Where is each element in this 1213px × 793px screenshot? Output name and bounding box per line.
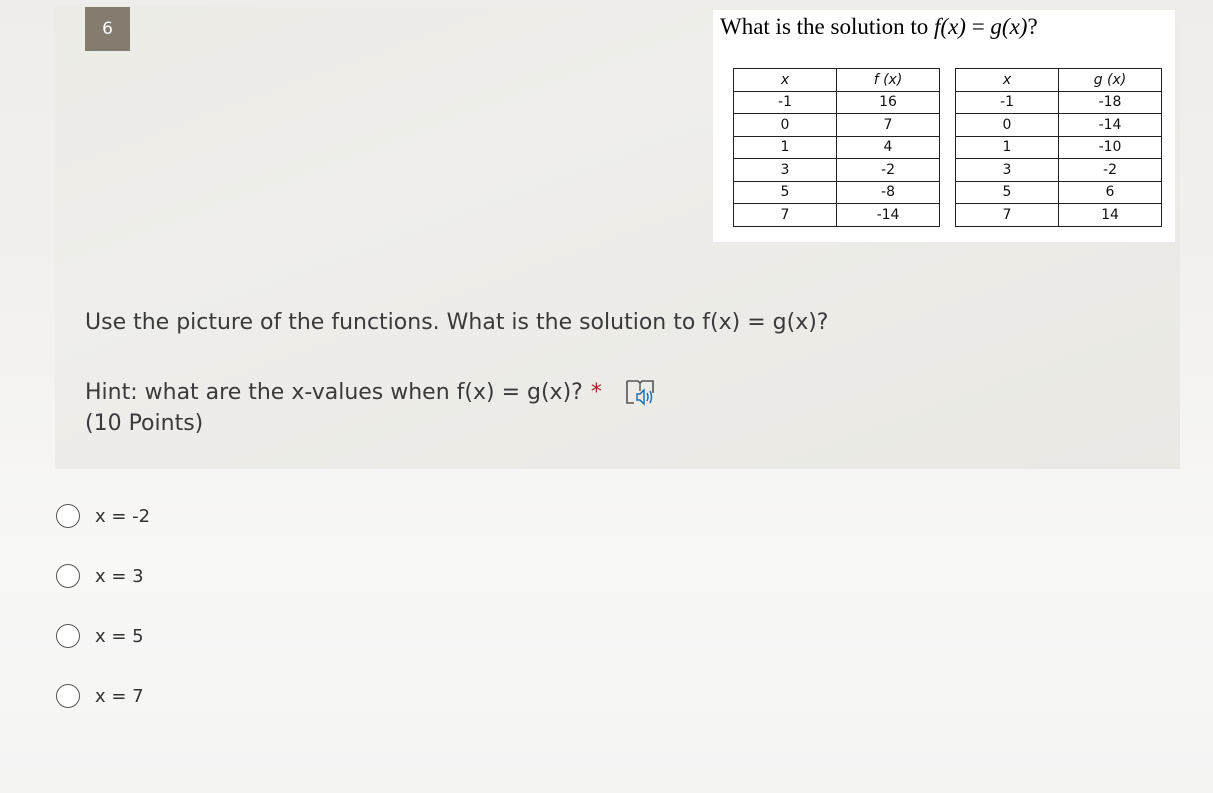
table-cell-x: 5 bbox=[955, 180, 1059, 204]
table-row: -1 -18 bbox=[955, 90, 1162, 114]
table-row: 3 -2 bbox=[733, 158, 940, 182]
table-row: 07 bbox=[733, 113, 940, 137]
g-table: x g (x) -1 -18 0 -14 1 -10 3 -2 56 7 14 bbox=[955, 68, 1162, 227]
image-title-suffix: ? bbox=[1027, 14, 1038, 39]
radio-button[interactable] bbox=[56, 684, 80, 708]
choice-label: x = 3 bbox=[95, 565, 144, 587]
table-header-fx: f (x) bbox=[836, 68, 940, 92]
table-row: 5 -8 bbox=[733, 180, 940, 204]
table-header-row: x g (x) bbox=[955, 68, 1162, 92]
table-cell-fx: 4 bbox=[836, 135, 940, 159]
question-image: What is the solution to f(x) = g(x)? x f… bbox=[713, 10, 1175, 242]
table-cell-gx: 6 bbox=[1058, 180, 1162, 204]
answer-choices: x = -2 x = 3 x = 5 x = 7 bbox=[56, 502, 150, 742]
table-cell-x: 3 bbox=[955, 158, 1059, 182]
table-header-gx: g (x) bbox=[1058, 68, 1162, 92]
table-cell-fx: -14 bbox=[836, 203, 940, 227]
image-title: What is the solution to f(x) = g(x)? bbox=[720, 14, 1038, 40]
table-header-x: x bbox=[733, 68, 837, 92]
table-header-x: x bbox=[955, 68, 1059, 92]
image-title-g: g(x) bbox=[990, 14, 1028, 39]
table-row: 14 bbox=[733, 135, 940, 159]
table-cell-fx: -8 bbox=[836, 180, 940, 204]
choice-option[interactable]: x = 3 bbox=[56, 562, 150, 590]
choice-option[interactable]: x = 5 bbox=[56, 622, 150, 650]
choice-option[interactable]: x = -2 bbox=[56, 502, 150, 530]
table-header-row: x f (x) bbox=[733, 68, 940, 92]
table-row: 7 -14 bbox=[733, 203, 940, 227]
image-title-f: f(x) bbox=[934, 14, 966, 39]
radio-button[interactable] bbox=[56, 624, 80, 648]
choice-label: x = 5 bbox=[95, 625, 144, 647]
table-row: 0 -14 bbox=[955, 113, 1162, 137]
f-table: x f (x) -1 16 07 14 3 -2 5 -8 7 -14 bbox=[733, 68, 940, 227]
radio-button[interactable] bbox=[56, 564, 80, 588]
table-cell-x: 0 bbox=[733, 113, 837, 137]
table-row: 3 -2 bbox=[955, 158, 1162, 182]
table-cell-fx: -2 bbox=[836, 158, 940, 182]
question-points: (10 Points) bbox=[85, 411, 204, 436]
table-cell-gx: -10 bbox=[1058, 135, 1162, 159]
question-hint: Hint: what are the x-values when f(x) = … bbox=[85, 379, 583, 405]
table-cell-x: 5 bbox=[733, 180, 837, 204]
required-marker: * bbox=[590, 379, 602, 405]
table-row: 56 bbox=[955, 180, 1162, 204]
question-card: 6 What is the solution to f(x) = g(x)? x… bbox=[55, 6, 1180, 469]
image-title-eq: = bbox=[965, 14, 991, 39]
table-cell-gx: 14 bbox=[1058, 203, 1162, 227]
table-cell-x: 7 bbox=[733, 203, 837, 227]
question-prompt: Use the picture of the functions. What i… bbox=[85, 310, 829, 335]
table-cell-x: 7 bbox=[955, 203, 1059, 227]
radio-button[interactable] bbox=[56, 504, 80, 528]
immersive-reader-icon[interactable] bbox=[624, 377, 656, 407]
choice-option[interactable]: x = 7 bbox=[56, 682, 150, 710]
question-number-badge: 6 bbox=[85, 7, 130, 51]
table-cell-x: -1 bbox=[955, 90, 1059, 114]
question-hint-line: Hint: what are the x-values when f(x) = … bbox=[85, 377, 656, 407]
table-cell-x: -1 bbox=[733, 90, 837, 114]
table-cell-gx: -2 bbox=[1058, 158, 1162, 182]
table-cell-fx: 7 bbox=[836, 113, 940, 137]
table-cell-x: 1 bbox=[955, 135, 1059, 159]
table-row: 7 14 bbox=[955, 203, 1162, 227]
table-cell-x: 1 bbox=[733, 135, 837, 159]
choice-label: x = 7 bbox=[95, 685, 144, 707]
table-cell-gx: -14 bbox=[1058, 113, 1162, 137]
table-row: 1 -10 bbox=[955, 135, 1162, 159]
table-row: -1 16 bbox=[733, 90, 940, 114]
choice-label: x = -2 bbox=[95, 505, 151, 527]
table-cell-gx: -18 bbox=[1058, 90, 1162, 114]
table-cell-x: 0 bbox=[955, 113, 1059, 137]
table-cell-fx: 16 bbox=[836, 90, 940, 114]
table-cell-x: 3 bbox=[733, 158, 837, 182]
image-title-prefix: What is the solution to bbox=[720, 14, 935, 39]
